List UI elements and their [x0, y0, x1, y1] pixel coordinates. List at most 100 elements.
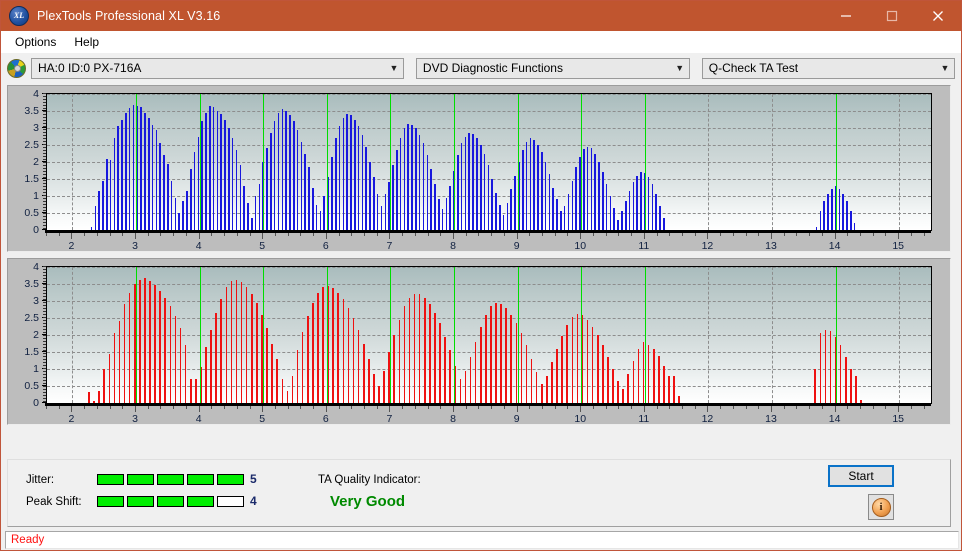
chart-bar	[304, 153, 306, 230]
marker-line	[199, 94, 201, 230]
jitter-value: 5	[250, 472, 257, 486]
peak-shift-meter	[97, 496, 244, 507]
chevron-down-icon: ▼	[940, 63, 950, 73]
gridline-vertical	[772, 267, 773, 403]
gridline-horizontal	[47, 318, 931, 319]
chart-bar	[354, 119, 356, 230]
chart-bar	[563, 206, 566, 230]
gridline-horizontal	[47, 111, 931, 112]
y-axis-tick-label: 0.5	[24, 207, 39, 219]
chart-bar	[117, 126, 120, 230]
chart-bar	[647, 344, 650, 403]
chart-bar	[637, 349, 640, 403]
chart-bar	[266, 328, 268, 403]
chart-bar	[552, 187, 555, 230]
chart-bar	[174, 316, 177, 403]
x-axis-tick-label: 6	[322, 240, 329, 252]
chart-bar	[281, 109, 284, 230]
chart-bar	[658, 356, 660, 403]
gridline-vertical	[708, 267, 710, 403]
chart-bar	[315, 204, 318, 230]
x-axis-tick-label: 14	[828, 240, 841, 252]
chart-bar	[529, 138, 532, 230]
minimize-icon[interactable]	[823, 1, 869, 31]
chart-bar	[575, 167, 577, 230]
chart-bar	[540, 384, 543, 403]
function-select[interactable]: DVD Diagnostic Functions ▼	[415, 57, 690, 79]
drive-select[interactable]: HA:0 ID:0 PX-716A ▼	[31, 57, 404, 79]
chart-bar	[342, 117, 345, 230]
gridline-horizontal	[47, 94, 931, 95]
chart-bar	[814, 369, 817, 403]
chart-bar	[413, 293, 416, 403]
chart-bar	[474, 341, 477, 403]
chart-bar	[548, 173, 551, 230]
chart-bar	[437, 199, 440, 230]
chart-bar	[823, 201, 825, 230]
y-axis-minor-ticks	[43, 266, 46, 402]
chart-bar	[415, 128, 417, 230]
chart-bar	[403, 306, 406, 403]
chart-bar	[853, 223, 856, 230]
meter-cell	[217, 474, 244, 485]
chart-bar	[154, 284, 156, 403]
chart-bar	[350, 115, 352, 230]
chart-bar	[422, 143, 425, 230]
chart-bar	[602, 345, 604, 403]
gridline-horizontal	[47, 267, 931, 268]
chart-bar	[256, 302, 258, 403]
test-select[interactable]: Q-Check TA Test ▼	[701, 57, 955, 79]
chart-bar	[663, 218, 665, 230]
start-button[interactable]: Start	[828, 465, 894, 487]
x-axis-tick-label: 3	[132, 413, 138, 425]
chart-bar	[392, 165, 394, 230]
chart-bar	[332, 288, 334, 403]
chart-bar	[434, 312, 436, 403]
gridline-vertical	[708, 94, 710, 230]
chart-bar	[678, 396, 680, 403]
chart-bar	[123, 304, 126, 403]
chart-bar	[655, 194, 658, 230]
gridline-horizontal	[47, 128, 931, 129]
chart-bar	[846, 201, 848, 230]
y-axis-tick-label: 2	[33, 329, 39, 341]
info-button[interactable]: i	[868, 494, 894, 520]
chart-bar	[347, 307, 350, 403]
chart-bar	[98, 190, 100, 230]
chart-bar	[407, 123, 410, 230]
x-axis-ticks	[46, 233, 930, 239]
chart-bar	[285, 111, 287, 230]
y-axis-tick-label: 4	[33, 261, 39, 273]
chart-bar	[179, 328, 182, 403]
chart-bar	[537, 145, 539, 230]
maximize-icon[interactable]	[869, 1, 915, 31]
chart-bar	[193, 151, 196, 230]
chart-bar	[449, 185, 451, 230]
chart-bar	[231, 138, 234, 230]
chart-bar	[594, 153, 596, 230]
chart-bar	[182, 201, 184, 230]
chart-bar	[128, 292, 131, 403]
marker-line	[390, 267, 392, 403]
chart-bar	[566, 324, 569, 403]
meter-cell	[127, 496, 154, 507]
chart-bar	[306, 316, 309, 403]
y-axis-tick-label: 3	[33, 295, 39, 307]
chart-bar	[352, 318, 355, 403]
chart-bar	[201, 121, 203, 230]
chart-bar	[571, 180, 574, 230]
close-icon[interactable]	[915, 1, 961, 31]
menu-item-help[interactable]: Help	[68, 33, 109, 52]
marker-line	[263, 94, 265, 230]
marker-line	[136, 94, 138, 230]
plot-area	[46, 93, 932, 231]
chart-bar	[430, 168, 432, 230]
gridline-horizontal	[47, 284, 931, 285]
chart-bar	[338, 126, 341, 230]
menu-item-options[interactable]: Options	[9, 33, 66, 52]
peak-shift-chart: 0 0.5 1 1.5 2 2.5 3 3.5 4 2 3 4 5 6 7 8 9 10 11 12 13 14 15	[8, 259, 950, 425]
chart-bar	[301, 331, 304, 403]
chart-bar	[300, 141, 303, 230]
marker-line	[199, 267, 201, 403]
disc-icon	[7, 58, 26, 78]
